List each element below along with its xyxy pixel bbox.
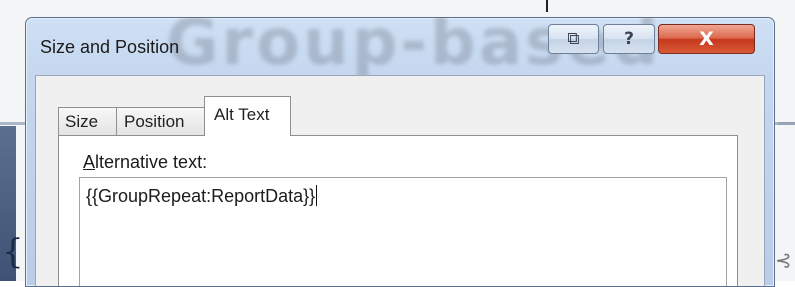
background-divider-right <box>778 122 795 125</box>
tab-size[interactable]: Size <box>58 107 117 135</box>
alternative-text-value: {{GroupRepeat:ReportData}} <box>86 186 316 206</box>
restore-button[interactable]: ⧉ <box>548 24 599 54</box>
close-icon: X <box>699 28 714 50</box>
label-accesskey: A <box>83 152 96 172</box>
tab-alt-text[interactable]: Alt Text <box>204 96 291 136</box>
alt-text-tab-page: Alternative text: {{GroupRepeat:ReportDa… <box>58 135 738 286</box>
alternative-text-input[interactable]: {{GroupRepeat:ReportData}} <box>79 177 727 286</box>
background-tick <box>546 0 548 12</box>
background-brace: { <box>2 232 24 272</box>
help-icon: ? <box>624 29 634 49</box>
text-caret <box>316 185 318 206</box>
size-and-position-dialog: Group-based Size and Position ⧉ ? X Size… <box>25 17 775 287</box>
alternative-text-label: Alternative text: <box>83 152 207 173</box>
background-glyph: ⊰ <box>775 248 792 272</box>
label-rest: lternative text: <box>95 152 208 172</box>
dialog-client-area: Size Position Alt Text Alternative text:… <box>35 75 765 286</box>
help-button[interactable]: ? <box>603 24 655 54</box>
title-bar[interactable]: Group-based Size and Position ⧉ ? X <box>26 18 774 80</box>
dialog-title: Size and Position <box>40 37 180 57</box>
restore-icon: ⧉ <box>567 29 580 49</box>
tab-position[interactable]: Position <box>116 107 212 135</box>
close-button[interactable]: X <box>658 24 755 54</box>
